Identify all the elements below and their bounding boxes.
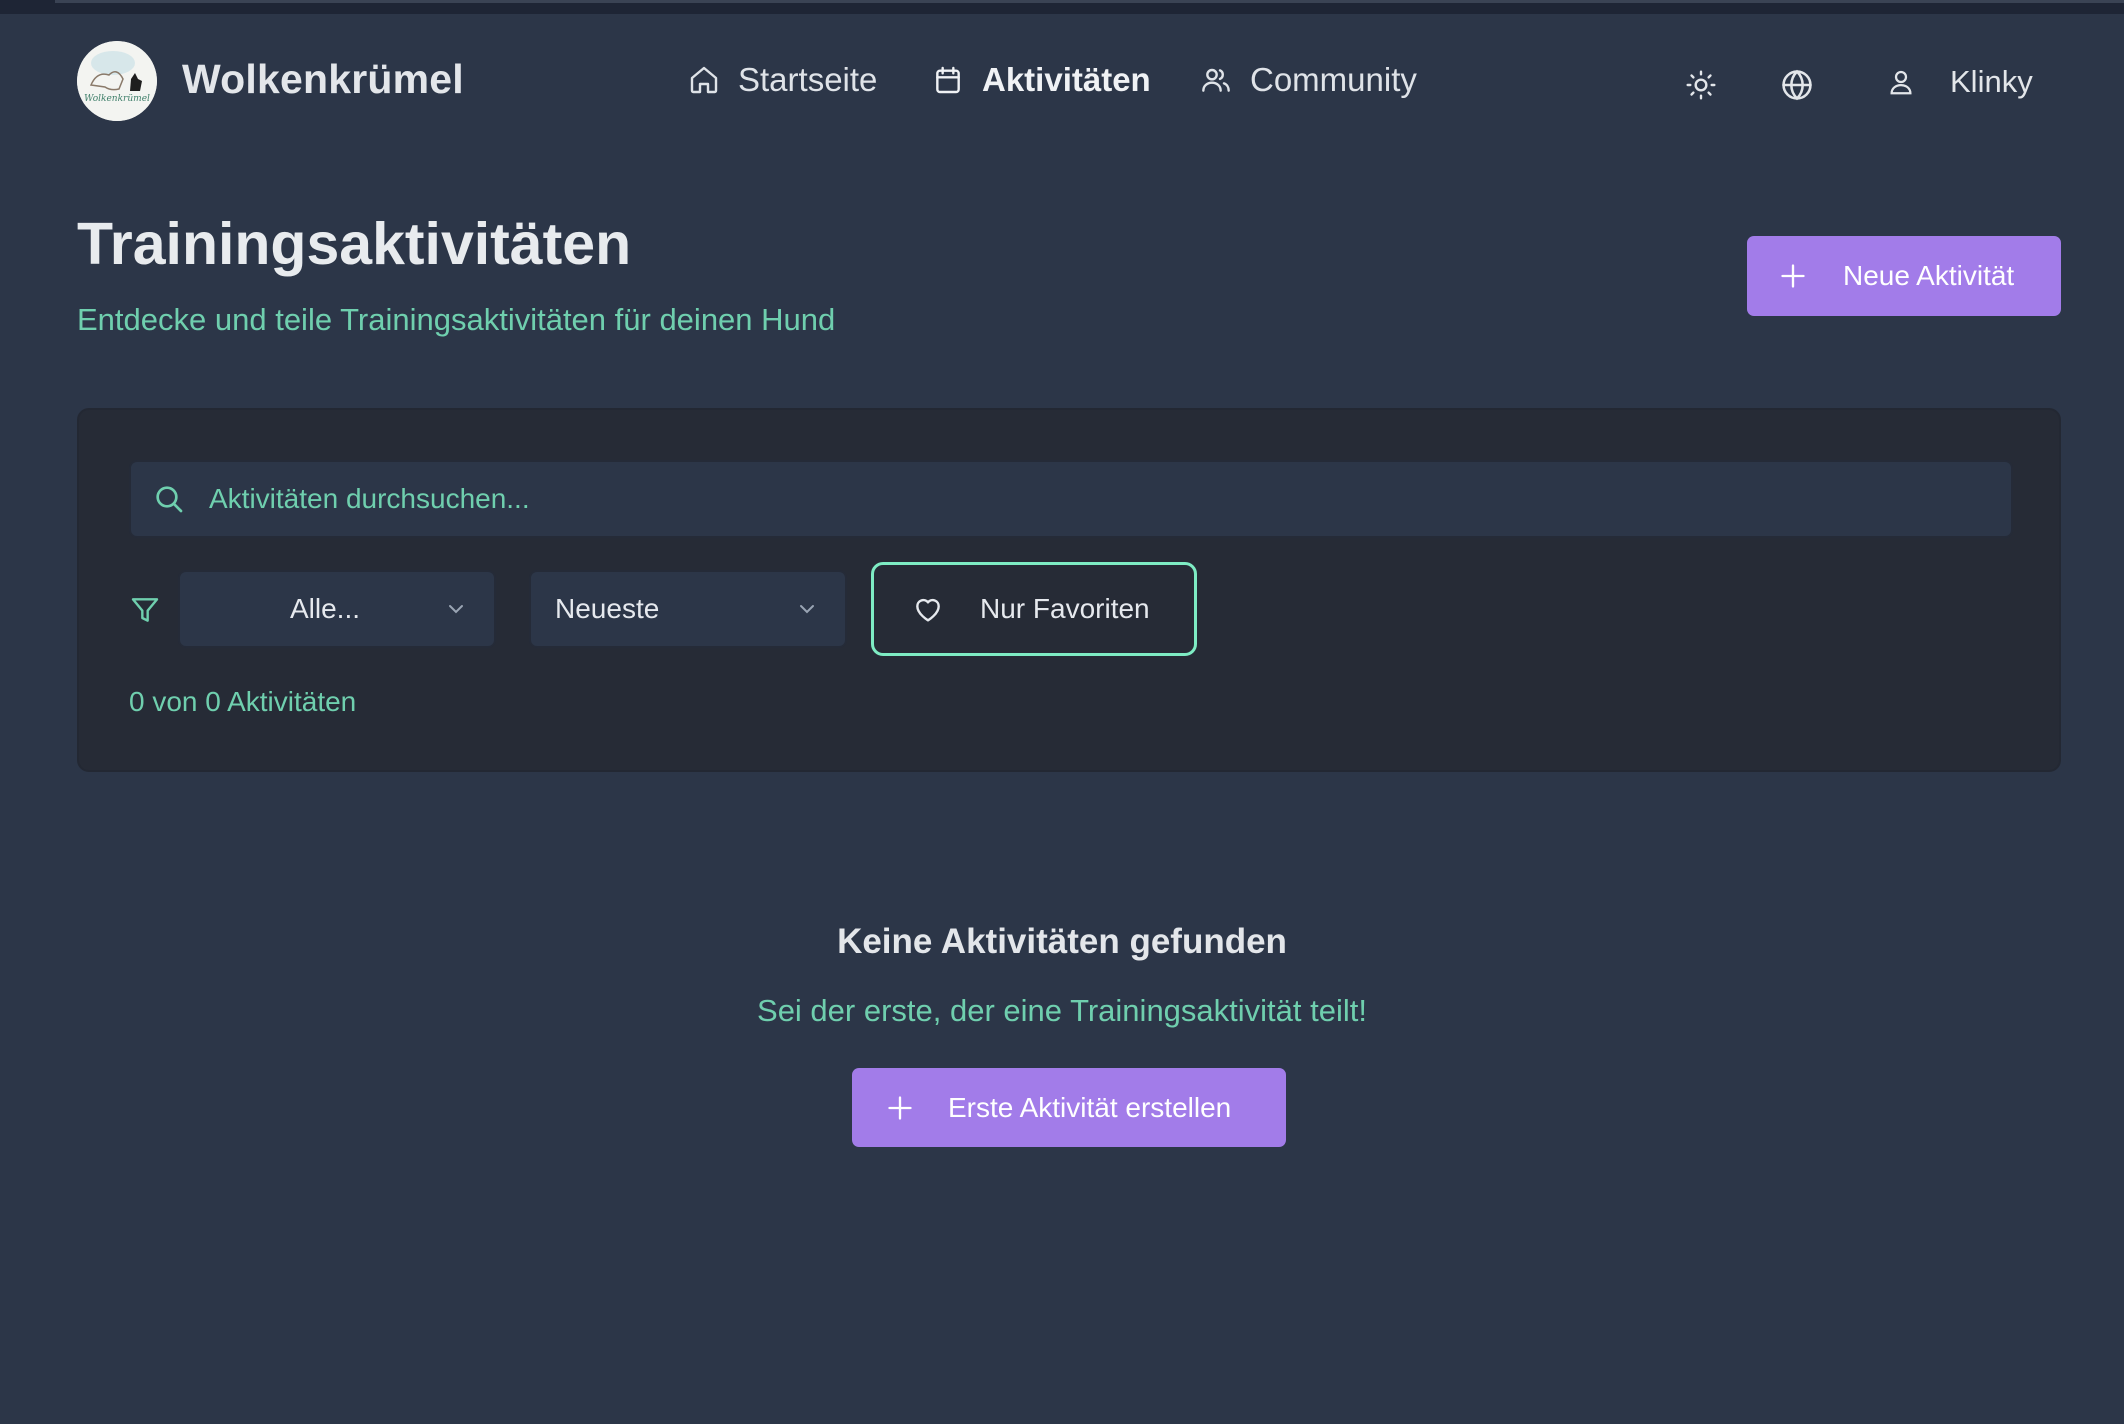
user-icon bbox=[1890, 70, 1912, 95]
users-icon bbox=[1202, 68, 1230, 92]
plus-icon bbox=[1781, 264, 1805, 288]
nav-item-startseite[interactable]: Startseite bbox=[688, 56, 877, 104]
favorites-only-toggle[interactable]: Nur Favoriten bbox=[871, 562, 1197, 656]
user-menu[interactable]: Klinky bbox=[1886, 58, 2033, 106]
create-first-activity-label: Erste Aktivität erstellen bbox=[948, 1091, 1232, 1123]
sun-icon bbox=[1686, 70, 1716, 100]
calendar-icon bbox=[936, 66, 960, 94]
heart-icon bbox=[916, 598, 940, 622]
window-top-strip bbox=[0, 0, 2124, 14]
brand-logo[interactable]: Wolkenkrümel bbox=[77, 41, 157, 121]
nav-label: Aktivitäten bbox=[982, 61, 1151, 98]
category-selected-value: Alle... bbox=[289, 593, 361, 624]
filter-panel: Alle... Neueste Nur Favoriten 0 von 0 Ak… bbox=[77, 408, 2061, 772]
empty-state-title: Keine Aktivitäten gefunden bbox=[837, 922, 1287, 961]
category-select[interactable]: Alle... bbox=[178, 570, 496, 648]
chevron-down-icon bbox=[800, 605, 814, 614]
sort-selected-value: Neueste bbox=[555, 593, 660, 624]
results-count: 0 von 0 Aktivitäten bbox=[129, 686, 357, 717]
nav-label: Community bbox=[1250, 61, 1417, 98]
search-box[interactable] bbox=[129, 460, 2013, 538]
filter-icon bbox=[131, 598, 159, 622]
sort-select[interactable]: Neueste bbox=[529, 570, 847, 648]
nav-item-aktivitaeten[interactable]: Aktivitäten bbox=[932, 56, 1151, 104]
new-activity-button[interactable]: Neue Aktivität bbox=[1747, 236, 2061, 316]
favorites-label: Nur Favoriten bbox=[980, 593, 1150, 624]
create-first-activity-button[interactable]: Erste Aktivität erstellen bbox=[852, 1068, 1286, 1147]
user-name: Klinky bbox=[1950, 64, 2033, 99]
globe-icon bbox=[1782, 69, 1812, 101]
empty-state-subtitle: Sei der erste, der eine Trainingsaktivit… bbox=[757, 993, 1367, 1028]
chevron-down-icon bbox=[449, 605, 463, 614]
top-navigation: Wolkenkrümel Wolkenkrümel Startseite Akt… bbox=[0, 14, 2124, 148]
svg-text:Wolkenkrümel: Wolkenkrümel bbox=[84, 94, 150, 104]
nav-item-community[interactable]: Community bbox=[1200, 56, 1417, 104]
plus-icon bbox=[888, 1095, 912, 1120]
search-input[interactable] bbox=[209, 483, 1909, 515]
search-icon bbox=[156, 486, 183, 513]
home-icon bbox=[690, 66, 718, 94]
page-subtitle: Entdecke und teile Trainingsaktivitäten … bbox=[77, 302, 836, 337]
brand-name[interactable]: Wolkenkrümel bbox=[182, 56, 464, 103]
new-activity-label: Neue Aktivität bbox=[1843, 260, 2015, 291]
language-button[interactable] bbox=[1780, 68, 1814, 102]
page-title: Trainingsaktivitäten bbox=[77, 211, 632, 277]
nav-label: Startseite bbox=[738, 61, 878, 98]
theme-toggle-button[interactable] bbox=[1684, 68, 1718, 102]
